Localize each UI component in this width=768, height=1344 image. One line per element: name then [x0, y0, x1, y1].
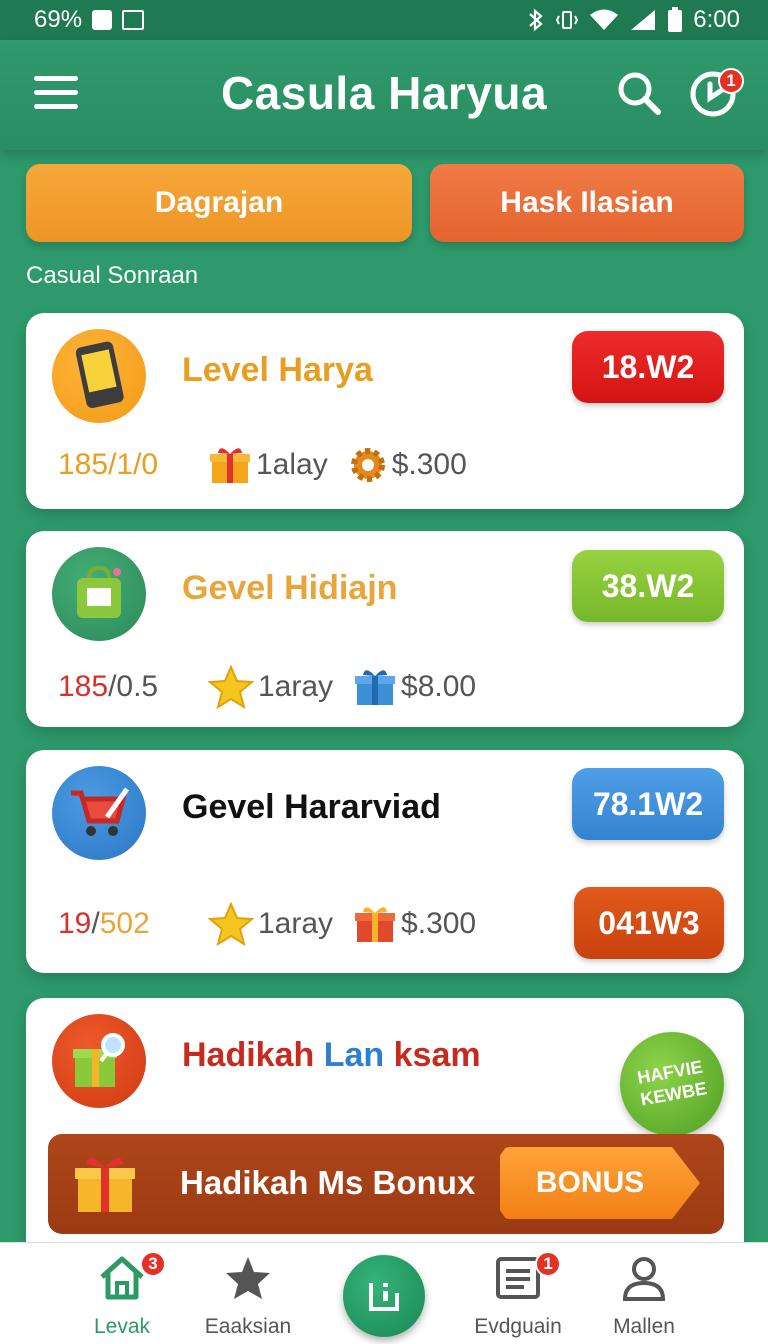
bonus-button[interactable]: BONUS: [500, 1147, 700, 1219]
nav-item-eaaksian[interactable]: Eaaksian: [188, 1255, 308, 1339]
bag-icon: [52, 547, 146, 641]
signal-icon: [631, 10, 656, 30]
status-left: 69%: [34, 6, 145, 34]
score: 19/502: [58, 907, 150, 940]
clock-time: 6:00: [693, 6, 740, 33]
section-label: Casual Sonraan: [26, 262, 199, 289]
nav-label: Levak: [93, 1315, 151, 1338]
center-action-button[interactable]: [343, 1255, 425, 1337]
gear-icon: [350, 448, 385, 482]
nav-item-mallen[interactable]: Mallen: [584, 1255, 704, 1339]
bonus-banner[interactable]: Hadikah Ms Bonux BONUS: [48, 1134, 724, 1234]
card-meta: 185/1/0 1alay $.300: [58, 445, 487, 485]
gift-icon: [75, 1157, 135, 1212]
phone-icon: [52, 329, 146, 423]
dagrajan-button[interactable]: Dagrajan: [26, 164, 412, 242]
notification-badge: 1: [718, 68, 744, 94]
nav-badge: 1: [535, 1251, 561, 1277]
star-icon: [208, 902, 254, 946]
app-notification-icon: [122, 10, 145, 30]
card-title: Level Harya: [182, 351, 373, 389]
reward-days: 1aray: [208, 665, 333, 709]
search-icon[interactable]: [616, 70, 662, 116]
bluetooth-icon: [529, 8, 543, 32]
bottom-navigation: Levak 3 Eaaksian Evdguain 1 Mallen: [0, 1242, 768, 1344]
promo-sticker[interactable]: HAFVIE KEWBE: [611, 1023, 733, 1145]
bonus-banner-text: Hadikah Ms Bonux: [180, 1164, 476, 1201]
star-icon: [208, 665, 254, 709]
gift-icon: [210, 448, 250, 483]
level-pill-secondary[interactable]: 041W3: [574, 887, 724, 959]
level-card-2[interactable]: Gevel Hidiajn 38.W2 185/0.5 1aray $8.00: [26, 531, 744, 727]
level-card-1[interactable]: Level Harya 18.W2 185/1/0 1alay $.300: [26, 313, 744, 509]
app-bar: Casula Haryua 1: [0, 40, 768, 150]
status-bar: 69% 6:00: [0, 0, 768, 40]
level-card-3[interactable]: Gevel Hararviad 78.1W2 041W3 19/502 1ara…: [26, 750, 744, 973]
vibrate-icon: [556, 11, 579, 29]
user-icon: [622, 1257, 666, 1301]
status-right: 6:00: [527, 6, 740, 34]
gift-icon: [355, 670, 396, 705]
reward-coins: $8.00: [353, 667, 476, 707]
reward-coins: $.300: [353, 904, 476, 944]
score: 185/0.5: [58, 670, 159, 703]
reward-days: 1alay: [208, 445, 328, 485]
card-meta: 185/0.5 1aray $8.00: [58, 665, 496, 709]
star-icon: [226, 1257, 270, 1299]
score: 185/1/0: [58, 448, 159, 481]
battery-icon: [668, 7, 683, 32]
card-meta: 19/502 1aray $.300: [58, 902, 496, 946]
reward-coins: $.300: [348, 445, 467, 485]
notification-icon: [92, 10, 113, 30]
wifi-icon: [590, 9, 619, 30]
nav-label: Evdguain: [474, 1315, 562, 1338]
center-icon: [369, 1283, 399, 1311]
cart-icon: [52, 766, 146, 860]
level-pill[interactable]: 78.1W2: [572, 768, 724, 840]
hask-ilasian-button[interactable]: Hask Ilasian: [430, 164, 744, 242]
bonus-title: Hadikah Lan ksam: [182, 1036, 481, 1074]
reward-days: 1aray: [208, 902, 333, 946]
card-title: Gevel Hararviad: [182, 788, 441, 826]
bonus-card[interactable]: Hadikah Lan ksam HAFVIE KEWBE Hadikah Ms …: [26, 998, 744, 1242]
level-pill[interactable]: 18.W2: [572, 331, 724, 403]
battery-percent: 69%: [34, 6, 83, 33]
nav-badge: 3: [140, 1251, 166, 1277]
gift-search-icon: [52, 1014, 146, 1108]
nav-label: Mallen: [613, 1315, 675, 1338]
level-pill[interactable]: 38.W2: [572, 550, 724, 622]
gift-icon: [355, 907, 396, 942]
card-title: Gevel Hidiajn: [182, 569, 398, 607]
nav-label: Eaaksian: [204, 1315, 292, 1338]
